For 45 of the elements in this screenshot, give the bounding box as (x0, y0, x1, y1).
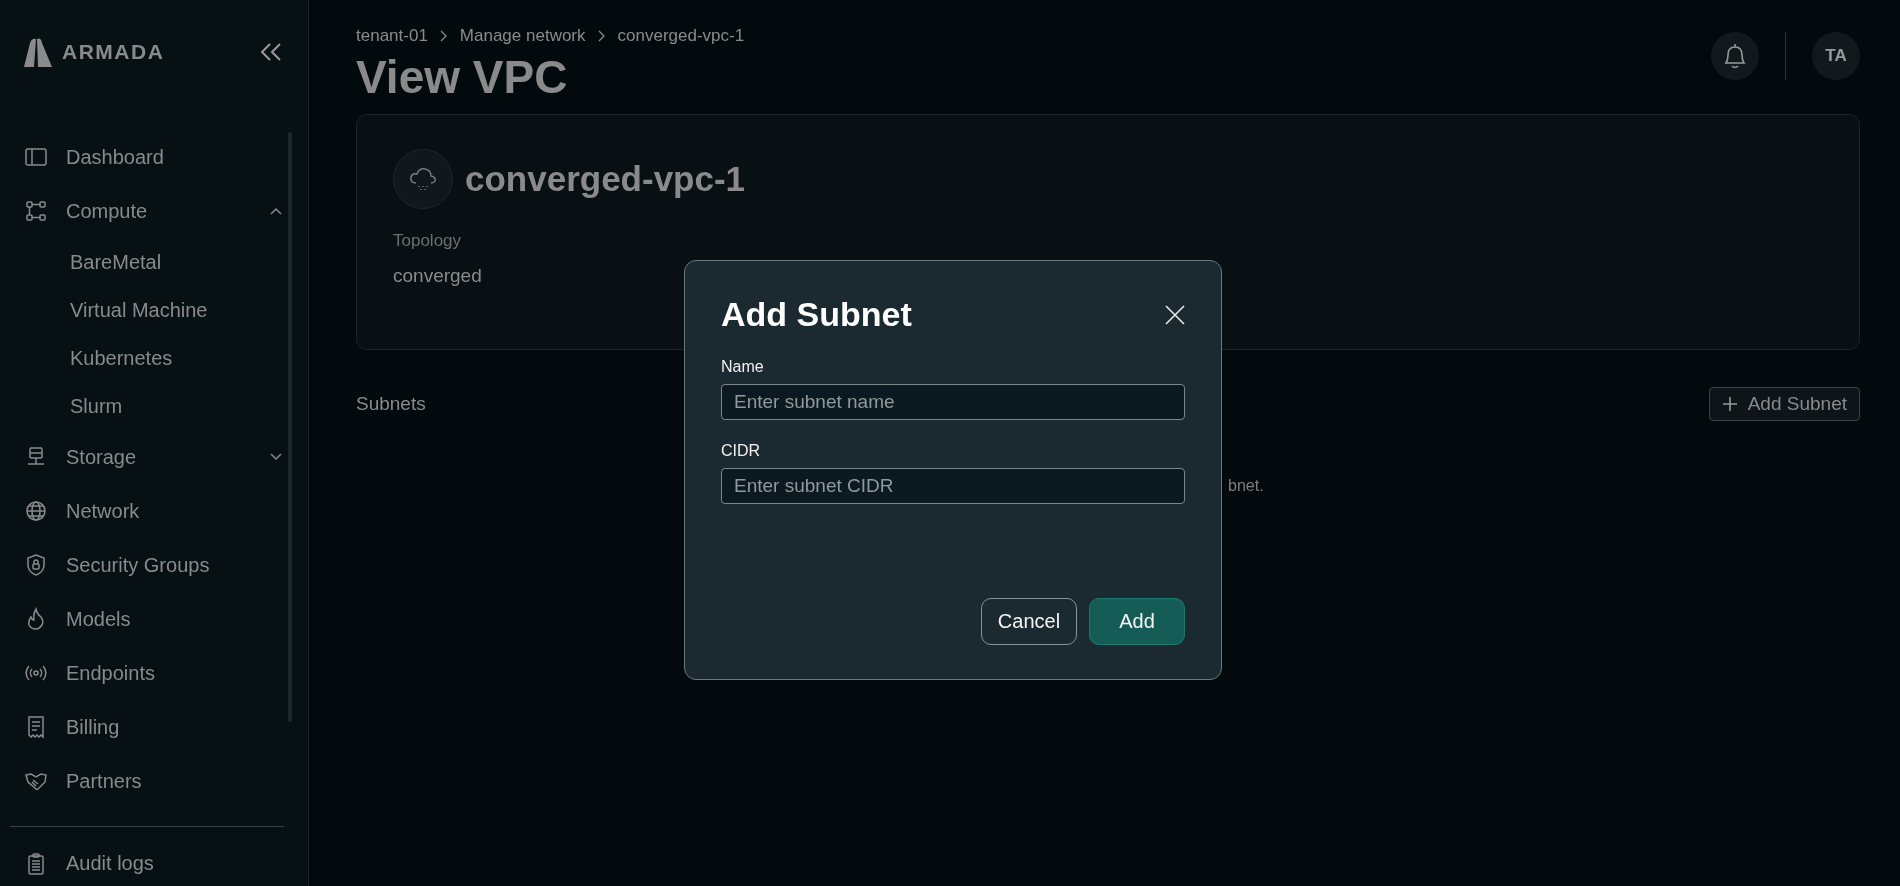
nav-item[interactable]: Security Groups (0, 538, 308, 593)
dialog-title: Add Subnet (721, 295, 912, 334)
bell-icon (1722, 42, 1748, 70)
chevron-icon (270, 453, 282, 462)
breadcrumb-link[interactable]: tenant-01 (356, 26, 428, 46)
user-avatar[interactable]: TA (1812, 32, 1860, 80)
collapse-icon[interactable] (260, 43, 282, 62)
field-label: Topology (393, 231, 463, 251)
nav-subitem[interactable]: BareMetal (0, 238, 308, 287)
empty-message: bnet. (1228, 477, 1264, 494)
cancel-button[interactable]: Cancel (981, 598, 1077, 645)
nav-item[interactable]: Models (0, 592, 308, 647)
nav-item[interactable]: Partners (0, 754, 308, 809)
nav-item[interactable]: Compute (0, 184, 308, 239)
vpc-name: converged-vpc-1 (465, 159, 746, 199)
close-icon[interactable] (1165, 304, 1185, 325)
nav-item[interactable]: Dashboard (0, 130, 308, 185)
notification-button[interactable] (1711, 32, 1759, 80)
field-label: CIDR (721, 442, 762, 460)
nav-item[interactable]: Billing (0, 700, 308, 755)
breadcrumb-link[interactable]: Manage network (459, 26, 586, 46)
logo-text: ARMADA (62, 40, 165, 65)
nav-item[interactable]: Endpoints (0, 646, 308, 701)
add-button[interactable]: Add (1089, 598, 1185, 645)
plus-icon (1721, 396, 1738, 412)
breadcrumb-link[interactable]: converged-vpc-1 (617, 26, 745, 46)
chevron-icon (270, 207, 282, 216)
nodes-icon (24, 199, 48, 224)
nav-subitem[interactable]: Virtual Machine (0, 286, 308, 335)
field-label: Name (721, 358, 765, 376)
nav-item[interactable]: Storage (0, 430, 308, 485)
nav-item[interactable]: Network (0, 484, 308, 539)
add-subnet-button[interactable]: Add Subnet (1708, 387, 1860, 421)
chevron-icon (439, 30, 448, 42)
field-value: converged (393, 265, 483, 287)
shield-icon (24, 553, 48, 578)
section-title: Subnets (356, 393, 426, 415)
input-field[interactable]: Enter subnet name (721, 384, 1185, 420)
nav-subitem[interactable]: Kubernetes (0, 334, 308, 383)
chevron-icon (597, 30, 606, 42)
nav-subitem[interactable]: Slurm (0, 382, 308, 431)
nav-item[interactable]: Audit logs (0, 841, 308, 886)
globe-icon (24, 499, 48, 524)
page-title: View VPC (356, 50, 569, 104)
input-field[interactable]: Enter subnet CIDR (721, 468, 1185, 504)
